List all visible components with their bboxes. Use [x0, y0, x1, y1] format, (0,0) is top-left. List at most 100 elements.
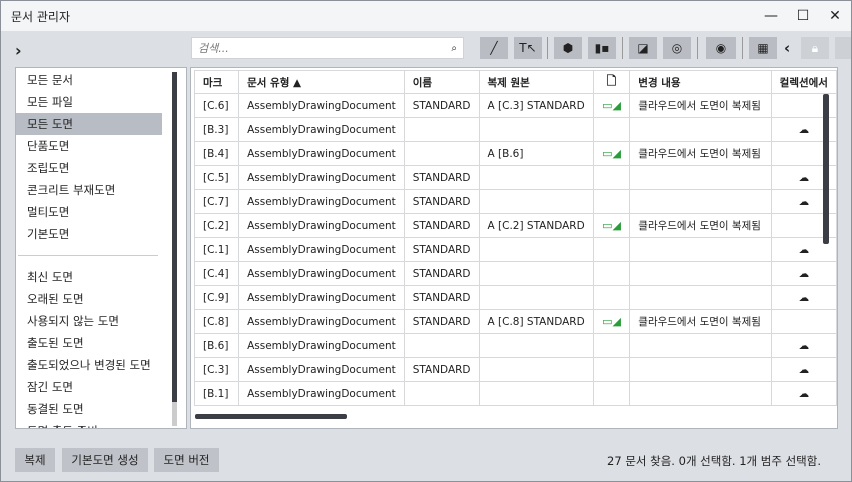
table-cell [478, 333, 594, 358]
table-cell [629, 357, 772, 382]
category-outdated[interactable]: 오래된 도면 [16, 288, 162, 310]
table-row[interactable]: [B.6] AssemblyDrawingDocument ☁ [193, 333, 837, 358]
table-row[interactable]: [C.7] AssemblyDrawingDocument STANDARD ☁ [193, 189, 837, 214]
in-collection-cell: ☁ [770, 357, 837, 382]
table-cell: [C.1] [193, 237, 240, 262]
table-row[interactable]: [C.9] AssemblyDrawingDocument STANDARD ☁ [193, 285, 837, 310]
category-cast-unit[interactable]: 콘크리트 부재도면 [16, 179, 162, 201]
cloud-copy-icon: ▭◢ [602, 99, 621, 112]
table-row[interactable]: [C.4] AssemblyDrawingDocument STANDARD ☁ [193, 261, 837, 286]
layout-button[interactable]: ▮▪ [588, 37, 616, 59]
category-issued-changed[interactable]: 출도되었으나 변경된 도면 [16, 354, 162, 376]
category-assembly[interactable]: 조립도면 [16, 157, 162, 179]
table-cell: 클라우드에서 도면이 복제됨 [629, 213, 772, 238]
search-input[interactable] [198, 41, 418, 55]
horizontal-scrollbar[interactable] [195, 414, 347, 419]
create-base-drawing-button[interactable]: 기본도면 생성 [62, 448, 148, 472]
table-cell: [B.6] [193, 333, 240, 358]
cloud-icon: ☁ [798, 363, 810, 376]
category-multi[interactable]: 멀티도면 [16, 201, 162, 223]
minimize-button[interactable]: — [755, 1, 787, 31]
column-change[interactable]: 변경 내용 [629, 70, 772, 94]
category-base[interactable]: 기본도면 [16, 223, 162, 245]
column-status-icon[interactable]: 🗋︎ [592, 70, 631, 94]
table-row[interactable]: [B.4] AssemblyDrawingDocument A [B.6] ▭◢ 클라우… [193, 141, 837, 166]
cloud-icon: ☁ [798, 339, 810, 352]
table-cell: [C.4] [193, 261, 240, 286]
preview-button[interactable]: ◉ [706, 37, 736, 59]
table-cell [478, 285, 594, 310]
table-row[interactable]: [C.1] AssemblyDrawingDocument STANDARD ☁ [193, 237, 837, 262]
category-unused[interactable]: 사용되지 않는 도면 [16, 310, 162, 332]
edit-tool-button[interactable]: ╱ [480, 37, 508, 59]
left-scrollbar-track[interactable] [172, 402, 177, 426]
3d-view-button[interactable]: ⬢ [554, 37, 582, 59]
divider [18, 255, 158, 256]
table-cell [629, 381, 772, 406]
toolbar-overflow-button[interactable] [835, 37, 851, 59]
cloned-status-cell [592, 261, 631, 286]
category-ready-for-issue[interactable]: 도면 출도 준비 [16, 420, 162, 428]
table-row[interactable]: [C.8] AssemblyDrawingDocument STANDARD A [C… [193, 309, 837, 334]
table-cell [629, 189, 772, 214]
column-in-collection[interactable]: 컬렉션에서 [770, 70, 837, 94]
lock-button[interactable]: 🔒︎ [801, 37, 829, 59]
category-list: 모든 문서 모든 파일 모든 도면 단품도면 조립도면 콘크리트 부재도면 멀티… [15, 67, 187, 429]
table-cell: AssemblyDrawingDocument [238, 309, 405, 334]
left-scrollbar-thumb[interactable] [172, 72, 177, 402]
table-cell [403, 333, 480, 358]
category-single-part[interactable]: 단품도면 [16, 135, 162, 157]
table-row[interactable]: [B.3] AssemblyDrawingDocument ☁ [193, 117, 837, 142]
table-cell: [C.9] [193, 285, 240, 310]
table-row[interactable]: [C.2] AssemblyDrawingDocument STANDARD A [C… [193, 213, 837, 238]
search-icon[interactable]: ⌕ [451, 43, 457, 54]
category-locked[interactable]: 잠긴 도면 [16, 376, 162, 398]
column-name[interactable]: 이름 [403, 70, 480, 94]
table-row[interactable]: [C.3] AssemblyDrawingDocument STANDARD ☁ [193, 357, 837, 382]
close-button[interactable]: ✕ [819, 1, 851, 31]
table-cell: AssemblyDrawingDocument [238, 357, 405, 382]
expand-panel-button[interactable]: › [15, 41, 22, 60]
table-cell: A [C.3] STANDARD [478, 93, 594, 118]
column-mark[interactable]: 마크 [193, 70, 240, 94]
search-box[interactable]: ⌕ [191, 37, 464, 59]
column-cloned-from[interactable]: 복제 원본 [478, 70, 594, 94]
table-cell: AssemblyDrawingDocument [238, 117, 405, 142]
vertical-scrollbar[interactable] [823, 94, 829, 244]
target-button[interactable]: ◎ [663, 37, 691, 59]
cloned-status-cell [592, 189, 631, 214]
category-frozen[interactable]: 동결된 도면 [16, 398, 162, 420]
cloud-icon: ☁ [798, 387, 810, 400]
table-cell: STANDARD [403, 261, 480, 286]
category-all-drawings[interactable]: 모든 도면 [16, 113, 162, 135]
table-cell: [C.2] [193, 213, 240, 238]
table-row[interactable]: [C.6] AssemblyDrawingDocument STANDARD A [C… [193, 93, 837, 118]
category-latest[interactable]: 최신 도면 [16, 266, 162, 288]
cloned-status-cell [592, 237, 631, 262]
table-cell: A [C.8] STANDARD [478, 309, 594, 334]
table-cell: 클라우드에서 도면이 복제됨 [629, 309, 772, 334]
table-cell: [C.5] [193, 165, 240, 190]
table-row[interactable]: [B.1] AssemblyDrawingDocument ☁ [193, 381, 837, 406]
drawing-button[interactable]: ◪ [629, 37, 657, 59]
table-cell: STANDARD [403, 213, 480, 238]
in-collection-cell [770, 309, 837, 334]
column-document-type[interactable]: 문서 유형 ▲ [238, 70, 405, 94]
cloned-status-cell [592, 117, 631, 142]
table-cell [478, 357, 594, 382]
toolbar-collapse-button[interactable]: ‹ [784, 39, 790, 57]
category-issued[interactable]: 출도된 도면 [16, 332, 162, 354]
copy-button[interactable]: 복제 [15, 448, 55, 472]
grid-icon: ▦ [757, 41, 769, 55]
maximize-button[interactable]: ☐ [787, 1, 819, 31]
grid-view-button[interactable]: ▦ [749, 37, 777, 59]
table-row[interactable]: [C.5] AssemblyDrawingDocument STANDARD ☁ [193, 165, 837, 190]
document-table: 마크 문서 유형 ▲ 이름 복제 원본 🗋︎ 변경 내용 컬렉션에서 [C.6] Assemb… [190, 67, 838, 429]
select-tool-button[interactable]: T↖ [514, 37, 542, 59]
lock-icon: 🔒︎ [811, 40, 819, 55]
category-all-files[interactable]: 모든 파일 [16, 91, 162, 113]
drawing-version-button[interactable]: 도면 버전 [154, 448, 219, 472]
target-icon: ◎ [671, 41, 683, 55]
cloud-copy-icon: ▭◢ [602, 147, 621, 160]
category-all-documents[interactable]: 모든 문서 [16, 69, 162, 91]
